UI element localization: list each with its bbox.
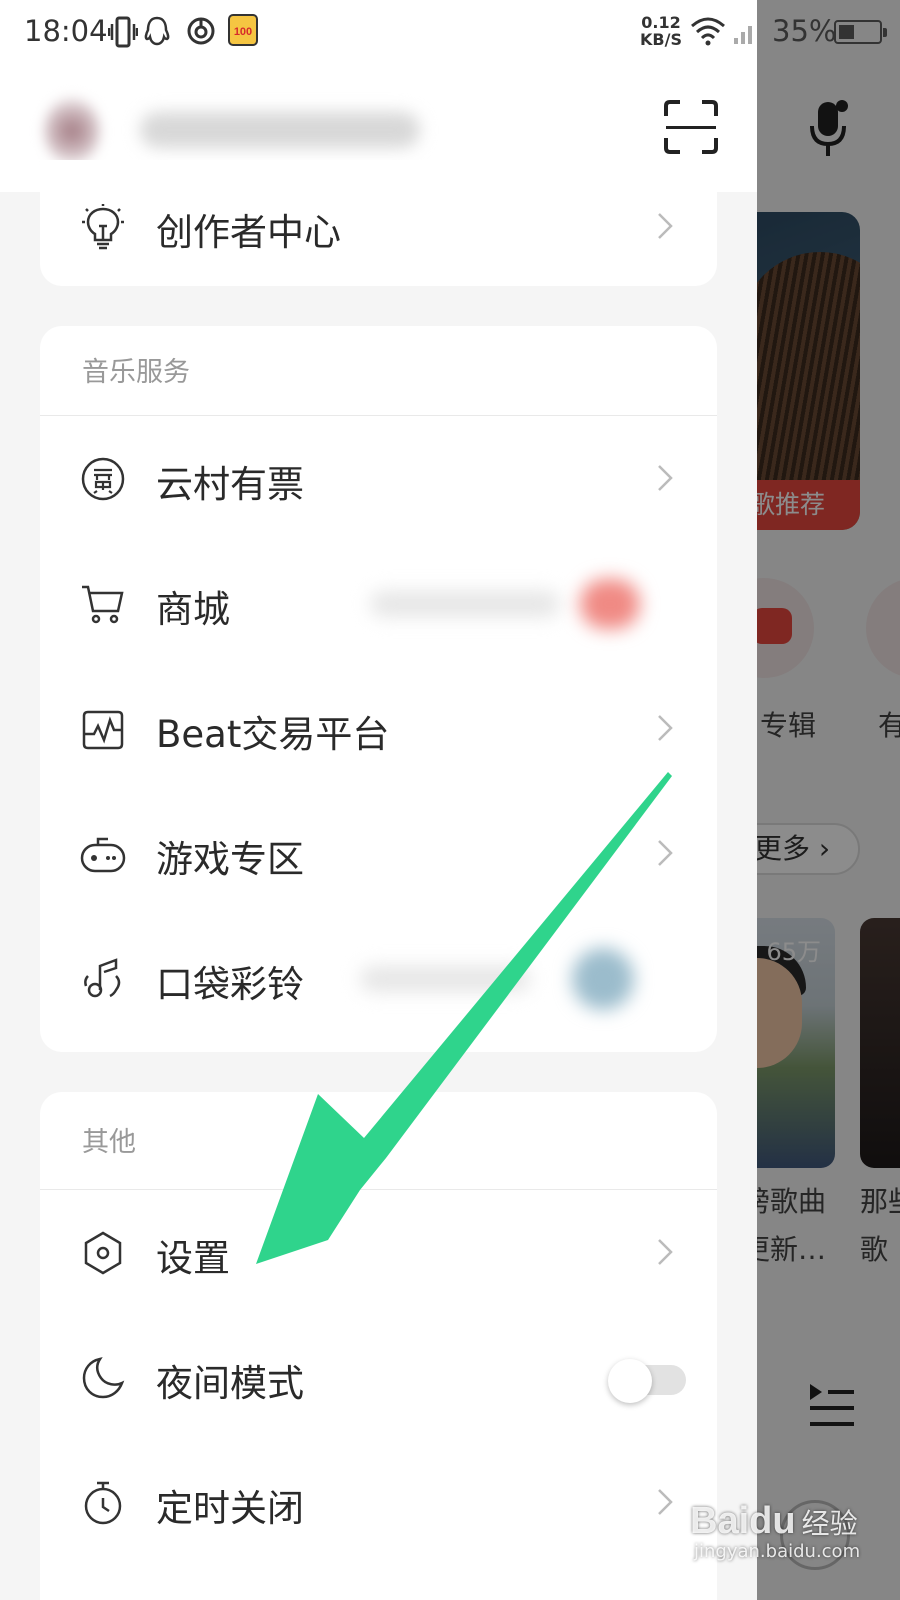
chevron-right-icon [658,213,673,239]
lightbulb-icon [82,204,124,250]
toggle-knob [608,1359,652,1403]
net-speed: 0.12 KB/S [640,13,682,49]
cart-icon [82,585,124,624]
chevron-right-icon [658,840,673,866]
menu-item-label: 夜间模式 [156,1362,304,1405]
divider [40,415,717,416]
menu-item-label: 创作者中心 [156,211,341,254]
blurred-promo-badge [580,579,640,629]
status-time: 18:04 [24,14,108,48]
battery-percentage: 35% [772,14,837,48]
blurred-promo-avatar [572,948,634,1010]
scan-icon[interactable] [664,100,718,154]
chevron-right-icon [658,1489,673,1515]
menu-item-pocket-ringtone[interactable]: 口袋彩铃 [40,918,717,1038]
menu-item-label: 云村有票 [156,463,304,506]
menu-item-settings[interactable]: 设置 [40,1192,717,1312]
qq-icon [144,16,170,46]
menu-item-game-zone[interactable]: 游戏专区 [40,793,717,913]
ringtone-icon [84,958,121,998]
vibrate-icon [108,16,138,48]
moon-icon [82,1357,125,1399]
creator-card: 创作者中心 [40,160,717,286]
battery-icon [834,20,887,44]
badge-text: 100 [234,26,252,38]
menu-item-label: 定时关闭 [156,1487,304,1530]
blurred-promo-text [360,966,530,992]
netease-music-icon [187,17,215,45]
settings-hexagon-icon [84,1231,122,1275]
menu-item-label: 口袋彩铃 [156,963,304,1006]
baidu-jingyan-watermark: Baidu 经验 jingyan.baidu.com [690,1500,861,1562]
status-bar: 18:04 100 0.12 KB/S [0,0,757,66]
chevron-right-icon [658,715,673,741]
menu-item-label: 设置 [156,1237,230,1280]
avatar[interactable] [44,96,100,166]
menu-item-sleep-timer[interactable]: 定时关闭 [40,1442,717,1562]
menu-item-mall[interactable]: 商城 [40,543,717,663]
menu-item-beat-platform[interactable]: Beat交易平台 [40,668,717,788]
menu-item-night-mode[interactable]: 夜间模式 [40,1317,717,1437]
beat-icon [82,710,124,750]
music-services-card: 音乐服务 云村有票 商城 Beat交易平台 游戏专区 口袋彩铃 [40,326,717,1052]
signal-icon [734,26,752,44]
blurred-promo-text [370,591,560,617]
section-title-music-services: 音乐服务 [82,357,190,388]
menu-item-label: 游戏专区 [156,838,304,881]
other-card: 其他 设置 夜间模式 定时关闭 [40,1092,717,1600]
divider [40,1189,717,1190]
ticket-icon [81,457,125,501]
hundred-badge-icon: 100 [228,14,258,46]
gamepad-icon [80,837,126,873]
wifi-icon [691,17,725,46]
section-title-other: 其他 [82,1127,136,1158]
chevron-right-icon [658,465,673,491]
timer-icon [84,1481,122,1525]
chevron-right-icon [658,1239,673,1265]
menu-item-label: 商城 [156,588,230,631]
menu-item-creator-center[interactable]: 创作者中心 [40,166,717,286]
night-mode-toggle[interactable] [608,1359,688,1403]
menu-item-label: Beat交易平台 [156,713,390,756]
side-drawer: 18:04 100 0.12 KB/S 创作者中心 音乐服务 云村有票 商城 B… [0,0,757,1600]
menu-item-yuncun-tickets[interactable]: 云村有票 [40,418,717,538]
username-blurred[interactable] [140,112,420,148]
